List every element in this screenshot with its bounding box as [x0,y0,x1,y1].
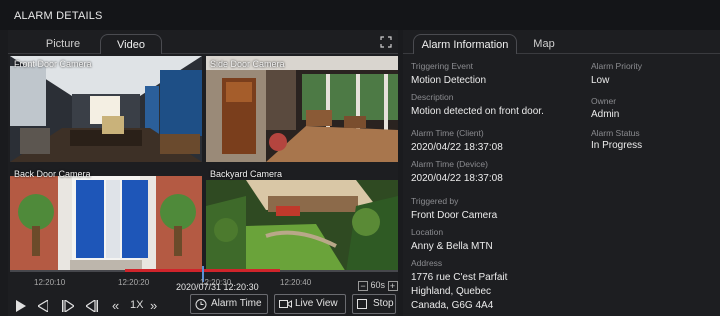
address-line-2: Highland, Quebec [411,286,492,297]
step-back-icon[interactable] [86,300,98,312]
address-line-3: Canada, G6G 4A4 [411,300,494,311]
alarm-time-client-value: 2020/04/22 18:37:08 [411,142,503,153]
step-forward-icon[interactable] [62,300,74,312]
alarm-time-device-value: 2020/04/22 18:37:08 [411,173,503,184]
expand-icon[interactable] [380,36,392,48]
description-label: Description [411,92,454,102]
tab-video[interactable]: Video [100,34,162,54]
play-icon[interactable] [16,300,26,312]
camera-label: Front Door Camera [14,59,92,69]
title-bar: ALARM DETAILS [0,0,720,30]
alarm-time-client-label: Alarm Time (Client) [411,128,484,138]
alarm-time-label: Alarm Time [211,298,262,309]
location-label: Location [411,227,444,237]
stop-label: Stop [373,298,394,309]
owner-label: Owner [591,96,617,106]
location-value: Anny & Bella MTN [411,241,493,252]
camera-tile-side-door[interactable]: Side Door Camera [206,56,398,162]
live-view-label: Live View [295,298,338,309]
triggered-by-label: Triggered by [411,196,459,206]
camera-grid: Front Door Camera Side Door Camera Back … [10,56,398,296]
video-panel: Picture Video Front Door Camera Side Doo… [8,30,398,316]
alarm-priority-value: Low [591,75,610,86]
triggering-event-label: Triggering Event [411,61,474,71]
alarm-clock-icon [195,299,207,310]
description-value: Motion detected on front door. [411,106,544,117]
zoom-out-button[interactable]: − [358,280,368,291]
stop-icon [357,299,367,309]
address-line-1: 1776 rue C'est Parfait [411,272,508,283]
timeline-tick: 12:20:40 [280,278,312,287]
alarm-info-panel: Alarm Information Map Triggering Event M… [403,30,720,316]
address-label: Address [411,258,443,268]
alarm-status-label: Alarm Status [591,128,640,138]
playback-speed: 1X [130,299,144,311]
faster-icon[interactable]: » [150,298,157,313]
backyard-image [206,166,398,272]
camera-label: Back Door Camera [14,169,91,179]
media-tabs: Picture Video [8,30,398,54]
camera-tile-backyard[interactable]: Backyard Camera [206,166,398,272]
timeline-tick: 12:20:20 [118,278,150,287]
alarm-status-value: In Progress [591,140,643,151]
camera-tile-front-door[interactable]: Front Door Camera [10,56,202,162]
zoom-level: 60s [370,280,386,290]
back-door-image [10,166,202,272]
camera-label: Side Door Camera [210,59,285,69]
playback-controls: « 1X » Alarm Time Live View Stop [8,294,398,316]
side-door-image [206,56,398,162]
zoom-in-button[interactable]: + [387,280,398,291]
alarm-time-device-label: Alarm Time (Device) [411,159,488,169]
slower-icon[interactable]: « [112,298,119,313]
previous-frame-icon[interactable] [38,300,48,312]
timeline-tick: 12:20:10 [34,278,66,287]
current-playback-time: 2020/07/31 12:20:30 [176,282,259,292]
front-door-image [10,56,202,162]
tab-map[interactable]: Map [519,34,569,54]
triggering-event-value: Motion Detection [411,75,487,86]
tab-picture[interactable]: Picture [28,34,98,54]
stop-button[interactable]: Stop [352,294,396,314]
alarm-priority-label: Alarm Priority [591,61,643,71]
owner-value: Admin [591,109,620,120]
info-tabs: Alarm Information Map [403,30,720,54]
triggered-by-value: Front Door Camera [411,210,498,221]
timeline-zoom: − 60s + [358,280,398,291]
camera-tile-back-door[interactable]: Back Door Camera [10,166,202,272]
tab-alarm-information[interactable]: Alarm Information [413,34,517,54]
camera-label: Backyard Camera [210,169,283,179]
live-view-button[interactable]: Live View [274,294,346,314]
alarm-time-button[interactable]: Alarm Time [190,294,268,314]
video-camera-icon [279,300,292,308]
window-title: ALARM DETAILS [14,10,103,22]
